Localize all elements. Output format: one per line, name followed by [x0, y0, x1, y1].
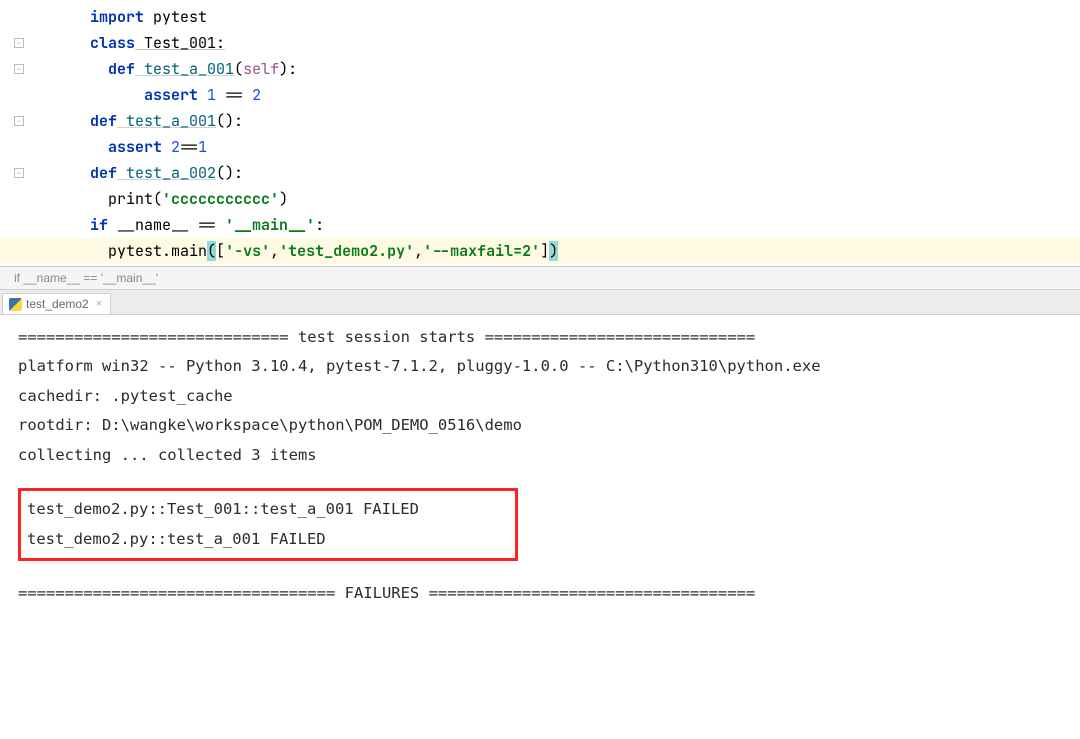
keyword-def: def [90, 111, 117, 131]
code-line-current[interactable]: pytest.main(['-vs','test_demo2.py','--ma… [0, 238, 1080, 264]
code-line[interactable]: − def test_a_002(): [0, 160, 1080, 186]
string-literal: '__main__' [225, 215, 315, 235]
string-literal: '-vs' [225, 241, 270, 261]
breadcrumb-path: if __name__ == '__main__' [14, 271, 158, 285]
fold-icon[interactable]: − [14, 116, 24, 126]
run-tab[interactable]: test_demo2 × [2, 293, 111, 314]
test-result-line: test_demo2.py::test_a_001 FAILED [27, 525, 509, 554]
keyword-def: def [90, 163, 117, 183]
keyword-class: class [90, 33, 135, 53]
string-literal: 'test_demo2.py' [279, 241, 414, 261]
func-name: test_a_001 [117, 111, 216, 131]
code-line[interactable]: − def test_a_001(self): [0, 56, 1080, 82]
self-param: self [243, 59, 279, 79]
keyword-def: def [108, 59, 135, 79]
matched-paren: ) [549, 241, 558, 261]
tab-label: test_demo2 [26, 297, 89, 311]
python-icon [9, 298, 22, 311]
console-output[interactable]: ============================= test sessi… [0, 315, 1080, 617]
string-literal: '--maxfail=2' [423, 241, 540, 261]
method-call: pytest.main [108, 241, 207, 261]
platform-line: platform win32 -- Python 3.10.4, pytest-… [18, 352, 1062, 381]
fold-icon[interactable]: − [14, 64, 24, 74]
test-result-line: test_demo2.py::Test_001::test_a_001 FAIL… [27, 495, 509, 524]
func-name: test_a_002 [117, 163, 216, 183]
run-tab-bar: test_demo2 × [0, 290, 1080, 315]
fold-icon[interactable]: − [14, 38, 24, 48]
collected-line: collecting ... collected 3 items [18, 441, 1062, 470]
close-icon[interactable]: × [96, 298, 102, 310]
failures-header: ================================== FAILU… [18, 579, 1062, 608]
matched-paren: ( [207, 241, 216, 261]
rootdir-line: rootdir: D:\wangke\workspace\python\POM_… [18, 411, 1062, 440]
code-line[interactable]: if __name__ == '__main__': [0, 212, 1080, 238]
breadcrumb[interactable]: if __name__ == '__main__' [0, 266, 1080, 290]
class-name: Test_001: [135, 33, 225, 53]
annotation-box: test_demo2.py::Test_001::test_a_001 FAIL… [18, 488, 518, 561]
code-line[interactable]: − class Test_001: [0, 30, 1080, 56]
func-name: test_a_001 [135, 59, 234, 79]
session-header: ============================= test sessi… [18, 323, 1062, 352]
fold-icon[interactable]: − [14, 168, 24, 178]
code-line[interactable]: − def test_a_001(): [0, 108, 1080, 134]
cachedir-line: cachedir: .pytest_cache [18, 382, 1062, 411]
code-editor[interactable]: import pytest − class Test_001: − def te… [0, 0, 1080, 266]
keyword-if: if [90, 215, 108, 235]
